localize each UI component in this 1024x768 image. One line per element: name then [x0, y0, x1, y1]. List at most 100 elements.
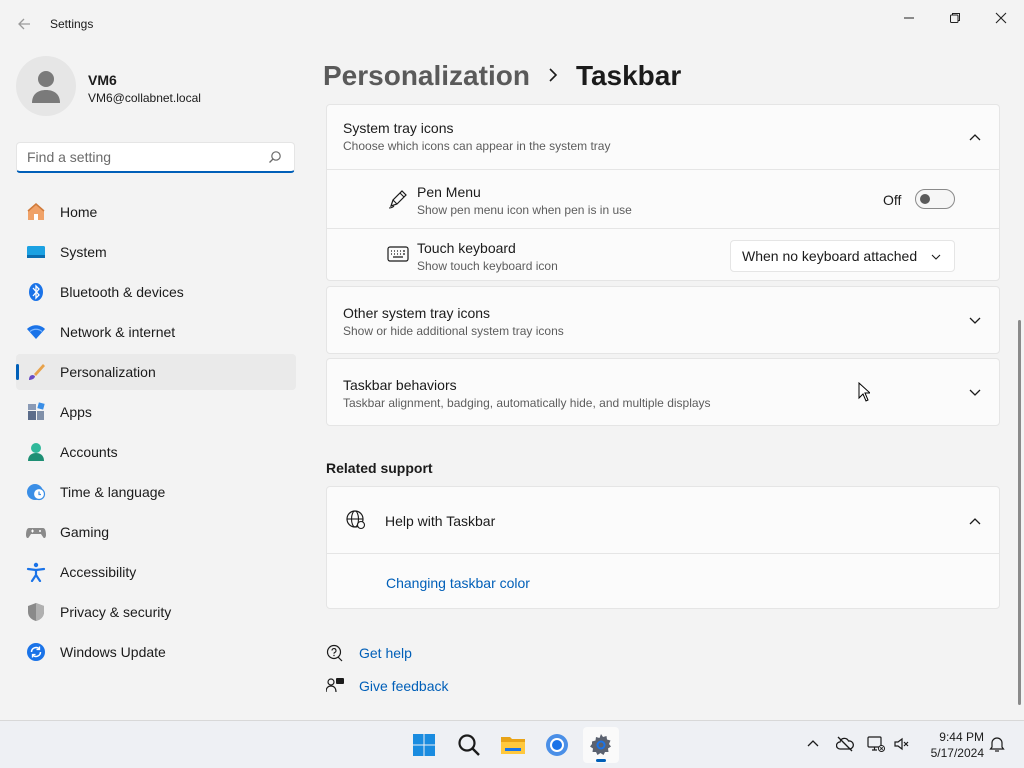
related-support-heading: Related support	[326, 460, 433, 476]
dropdown-value: When no keyboard attached	[742, 248, 918, 264]
title-bar: Settings	[0, 0, 1024, 48]
user-name: VM6	[88, 72, 117, 88]
sidebar-item-label: Personalization	[60, 364, 156, 380]
sidebar-item-windows-update[interactable]: Windows Update	[16, 634, 296, 670]
chevron-down-icon[interactable]	[967, 313, 983, 329]
taskbar: 9:44 PM 5/17/2024	[0, 720, 1024, 768]
sidebar-item-label: Time & language	[60, 484, 166, 500]
help-with-taskbar-card: Help with Taskbar Changing taskbar color	[326, 486, 1000, 609]
wifi-icon	[27, 325, 45, 339]
sidebar-item-label: Gaming	[60, 524, 110, 540]
toggle-state-label: Off	[883, 192, 902, 208]
pen-menu-toggle[interactable]	[915, 189, 955, 209]
toggle-knob	[920, 194, 930, 204]
sidebar-item-label: Accessibility	[60, 564, 137, 580]
other-system-tray-icons-card[interactable]: Other system tray icons Show or hide add…	[326, 286, 1000, 354]
settings-icon	[590, 734, 611, 755]
page-title: Taskbar	[575, 60, 682, 91]
sidebar-item-label: Bluetooth & devices	[60, 284, 184, 300]
sidebar-item-network[interactable]: Network & internet	[16, 314, 296, 350]
changing-taskbar-color-link[interactable]: Changing taskbar color	[386, 575, 530, 591]
file-explorer-icon	[501, 737, 525, 754]
clock-date: 5/17/2024	[930, 746, 984, 760]
globe-icon	[346, 510, 366, 530]
settings-search[interactable]	[16, 142, 295, 173]
chrome-button[interactable]	[539, 727, 575, 763]
shield-icon	[28, 603, 44, 621]
breadcrumb-parent[interactable]: Personalization	[323, 60, 530, 92]
help-with-taskbar-header[interactable]: Help with Taskbar	[327, 487, 999, 553]
cloud-offline-icon[interactable]	[836, 735, 854, 753]
chevron-down-icon[interactable]	[967, 385, 983, 401]
sidebar-item-label: Apps	[60, 404, 92, 420]
give-feedback-link[interactable]: Give feedback	[359, 678, 449, 694]
sidebar-item-time-language[interactable]: Time & language	[16, 474, 296, 510]
clock-globe-icon	[27, 484, 46, 501]
get-help-link[interactable]: Get help	[359, 645, 412, 661]
taskbar-behaviors-card[interactable]: Taskbar behaviors Taskbar alignment, bad…	[326, 358, 1000, 426]
volume-muted-icon[interactable]	[893, 735, 911, 753]
row-subtitle: Show touch keyboard icon	[417, 259, 558, 273]
row-subtitle: Show or hide additional system tray icon…	[343, 324, 564, 338]
chevron-down-icon	[931, 254, 941, 260]
sidebar-item-label: Privacy & security	[60, 604, 172, 620]
row-title: System tray icons	[343, 120, 454, 136]
brush-icon	[29, 364, 45, 380]
chevron-up-icon[interactable]	[967, 513, 983, 529]
network-disconnected-icon[interactable]	[867, 735, 885, 753]
search-icon	[458, 734, 480, 756]
sidebar-item-bluetooth[interactable]: Bluetooth & devices	[16, 274, 296, 310]
close-button[interactable]	[978, 2, 1024, 34]
sidebar-item-personalization[interactable]: Personalization	[16, 354, 296, 390]
breadcrumb: Personalization Taskbar	[323, 58, 681, 94]
sidebar-item-label: Accounts	[60, 444, 118, 460]
system-icon	[27, 246, 45, 258]
file-explorer-button[interactable]	[495, 727, 531, 763]
sidebar-item-accessibility[interactable]: Accessibility	[16, 554, 296, 590]
sidebar-item-system[interactable]: System	[16, 234, 296, 270]
sidebar-item-gaming[interactable]: Gaming	[16, 514, 296, 550]
taskbar-clock[interactable]: 9:44 PM 5/17/2024	[918, 729, 984, 761]
feedback-icon	[326, 678, 344, 693]
divider	[327, 553, 999, 554]
get-help-icon	[326, 644, 343, 662]
chevron-up-icon[interactable]	[804, 735, 822, 753]
avatar	[16, 56, 76, 116]
home-icon	[27, 203, 45, 220]
accessibility-icon	[26, 562, 46, 582]
settings-app-button[interactable]	[583, 727, 619, 763]
system-tray-icons-card: System tray icons Choose which icons can…	[326, 104, 1000, 281]
sidebar-item-home[interactable]: Home	[16, 194, 296, 230]
row-title: Taskbar behaviors	[343, 377, 457, 393]
back-arrow-icon[interactable]	[12, 12, 36, 36]
chrome-icon	[546, 734, 568, 756]
app-title: Settings	[50, 17, 94, 31]
apps-icon	[28, 402, 45, 420]
breadcrumb-separator	[548, 66, 558, 87]
restore-button[interactable]	[932, 2, 978, 34]
sidebar-item-accounts[interactable]: Accounts	[16, 434, 296, 470]
sidebar-item-privacy-security[interactable]: Privacy & security	[16, 594, 296, 630]
row-subtitle: Choose which icons can appear in the sys…	[343, 139, 611, 153]
pen-menu-row: Pen Menu Show pen menu icon when pen is …	[327, 170, 999, 228]
scrollbar[interactable]	[1018, 320, 1021, 705]
chevron-up-icon[interactable]	[967, 129, 983, 145]
row-title: Touch keyboard	[417, 240, 516, 256]
user-profile[interactable]: VM6 VM6@collabnet.local	[16, 56, 296, 118]
sidebar-item-apps[interactable]: Apps	[16, 394, 296, 430]
start-button[interactable]	[406, 727, 442, 763]
row-title: Other system tray icons	[343, 305, 491, 321]
start-icon	[413, 734, 435, 756]
minimize-button[interactable]	[886, 2, 932, 34]
keyboard-icon	[387, 246, 409, 262]
notification-bell-icon[interactable]	[988, 735, 1006, 753]
taskbar-search-button[interactable]	[451, 727, 487, 763]
row-subtitle: Taskbar alignment, badging, automaticall…	[343, 396, 711, 410]
pen-icon	[388, 190, 407, 209]
sidebar-nav: Home System Bluetooth & devices Network …	[16, 194, 296, 674]
touch-keyboard-dropdown[interactable]: When no keyboard attached	[730, 240, 955, 272]
system-tray-icons-header[interactable]: System tray icons Choose which icons can…	[327, 105, 999, 169]
search-input[interactable]	[17, 143, 257, 171]
row-subtitle: Show pen menu icon when pen is in use	[417, 203, 632, 217]
bluetooth-icon	[29, 283, 43, 301]
